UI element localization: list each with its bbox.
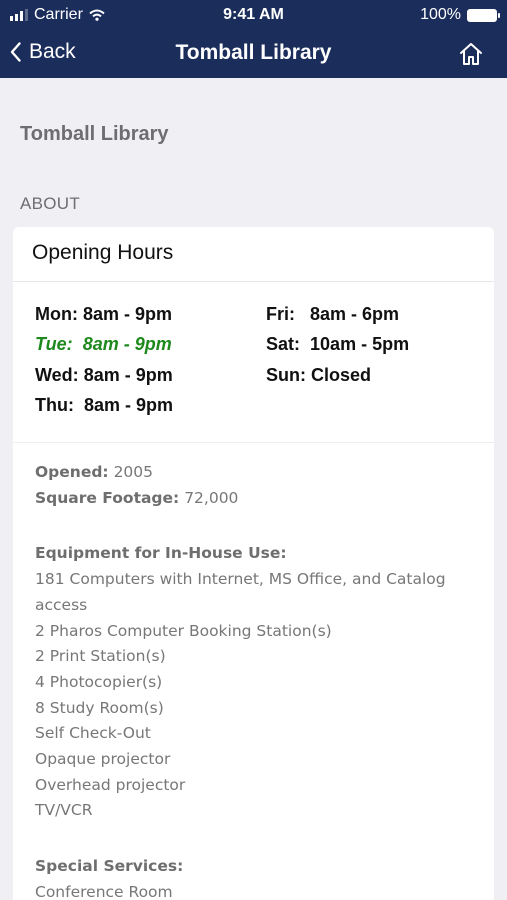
equipment-item: Self Check-Out: [35, 724, 151, 743]
hours-time: Closed: [311, 365, 372, 385]
status-bar: Carrier 9:41 AM 100%: [0, 0, 507, 30]
section-label-about: ABOUT: [20, 194, 81, 213]
special-services-heading: Special Services:: [35, 857, 184, 876]
hours-row-wed: Wed: 8am - 9pm: [35, 365, 173, 389]
library-details: Opened: 2005 Square Footage: 72,000 Equi…: [13, 443, 494, 900]
hours-row-tue: Tue: 8am - 9pm: [35, 334, 172, 358]
hours-day: Fri:: [266, 304, 295, 324]
hours-time: 8am - 9pm: [83, 365, 173, 385]
opened-label: Opened:: [35, 463, 109, 481]
back-button[interactable]: Back: [10, 40, 76, 64]
hours-row-thu: Thu: 8am - 9pm: [35, 395, 173, 419]
chevron-left-icon: [10, 42, 21, 62]
equipment-heading: Equipment for In-House Use:: [35, 544, 287, 563]
home-button[interactable]: [457, 40, 485, 68]
hours-time: 10am - 5pm: [310, 334, 410, 354]
battery-icon: [467, 8, 500, 22]
special-service-item: Conference Room: [35, 882, 173, 900]
hours-row-sat: Sat: 10am - 5pm: [266, 334, 409, 358]
equipment-item: Opaque projector: [35, 750, 171, 769]
hours-time: 8am - 9pm: [82, 334, 172, 354]
square-footage-line: Square Footage: 72,000: [35, 486, 472, 512]
hours-day: Mon:: [35, 304, 78, 324]
equipment-item: 8 Study Room(s): [35, 698, 164, 717]
opening-hours-title: Opening Hours: [13, 227, 494, 282]
hours-day: Wed:: [35, 365, 79, 385]
hours-row-fri: Fri: 8am - 6pm: [266, 304, 399, 328]
equipment-item: 4 Photocopier(s): [35, 672, 163, 691]
hours-time: 8am - 9pm: [84, 395, 174, 415]
home-icon: [460, 43, 482, 65]
hours-day: Sun:: [266, 365, 306, 385]
equipment-item: 2 Print Station(s): [35, 647, 166, 666]
navigation-bar: Back Tomball Library: [0, 30, 507, 78]
hours-time: 8am - 6pm: [310, 304, 400, 324]
back-label: Back: [29, 40, 76, 63]
equipment-item: 181 Computers with Internet, MS Office, …: [35, 570, 446, 614]
opened-line: Opened: 2005: [35, 460, 472, 486]
hours-row-mon: Mon: 8am - 9pm: [35, 304, 172, 328]
equipment-item: Overhead projector: [35, 775, 186, 794]
equipment-item: TV/VCR: [35, 801, 93, 820]
nav-title: Tomball Library: [175, 41, 332, 64]
square-footage-label: Square Footage:: [35, 488, 180, 507]
battery-percent: 100%: [420, 6, 461, 23]
opening-hours-grid: Mon: 8am - 9pm Tue: 8am - 9pm Wed: 8am -…: [13, 282, 494, 443]
hours-day: Tue:: [35, 334, 73, 354]
about-card: Opening Hours Mon: 8am - 9pm Tue: 8am - …: [13, 227, 494, 900]
hours-row-sun: Sun: Closed: [266, 365, 371, 389]
hours-day: Thu:: [35, 395, 74, 415]
hours-time: 8am - 9pm: [83, 304, 173, 324]
opened-value: 2005: [113, 463, 154, 481]
equipment-item: 2 Pharos Computer Booking Station(s): [35, 621, 332, 640]
square-footage-value: 72,000: [184, 488, 239, 507]
page-title: Tomball Library: [20, 123, 169, 145]
hours-day: Sat:: [266, 334, 301, 354]
status-right: 100%: [420, 6, 500, 24]
